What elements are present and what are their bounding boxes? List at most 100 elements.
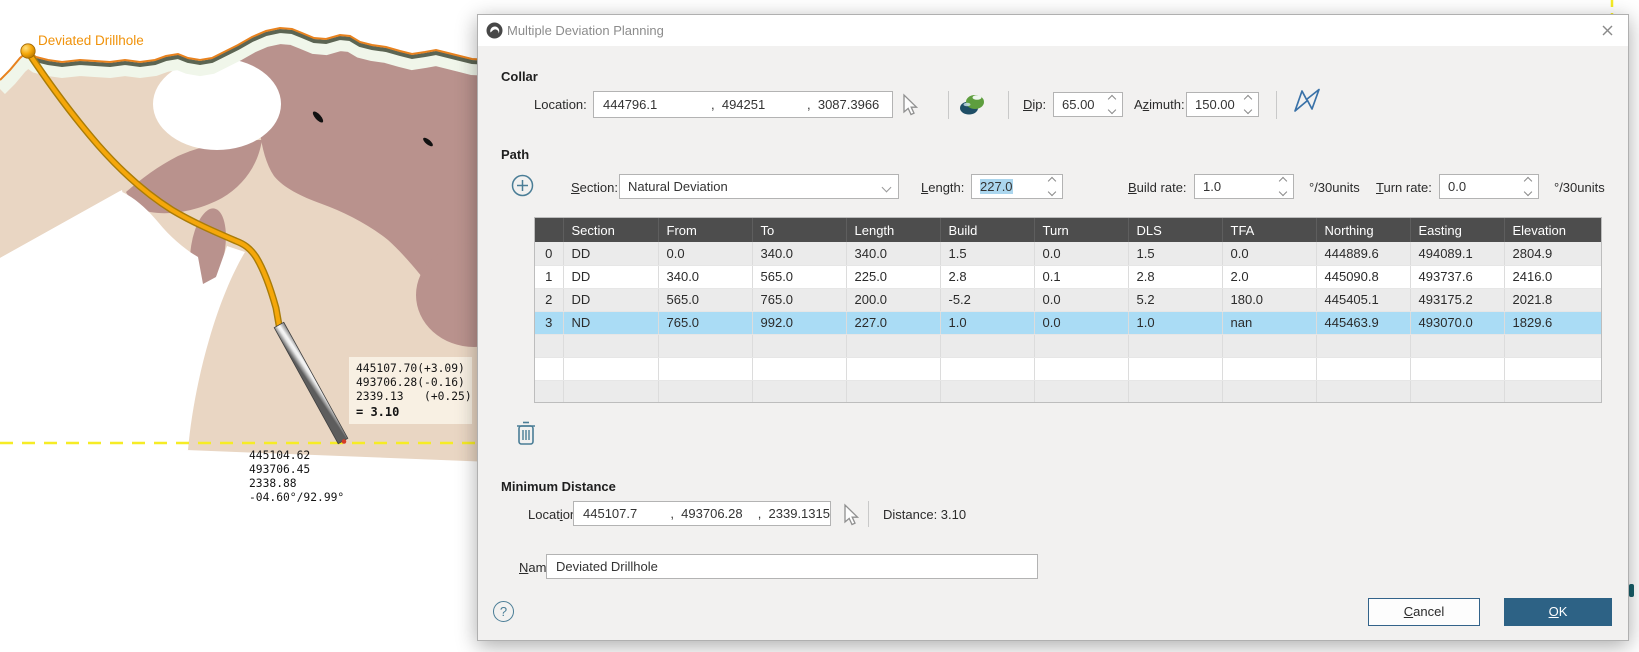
- table-cell[interactable]: DD: [563, 265, 658, 288]
- table-cell[interactable]: 0.1: [1034, 265, 1128, 288]
- orientation-tool-icon[interactable]: [1291, 88, 1323, 114]
- path-sections-table[interactable]: SectionFromToLengthBuildTurnDLSTFANorthi…: [534, 217, 1602, 403]
- table-cell[interactable]: 2021.8: [1504, 288, 1602, 311]
- table-cell[interactable]: [535, 380, 563, 403]
- table-row[interactable]: 2DD565.0765.0200.0-5.20.05.2180.0445405.…: [535, 288, 1602, 311]
- table-cell[interactable]: [940, 380, 1034, 403]
- table-cell[interactable]: 227.0: [846, 311, 940, 334]
- table-cell[interactable]: [846, 334, 940, 357]
- table-column-header[interactable]: Section: [563, 218, 658, 242]
- table-cell[interactable]: [1222, 380, 1316, 403]
- table-cell[interactable]: 1.0: [940, 311, 1034, 334]
- table-cell[interactable]: -5.2: [940, 288, 1034, 311]
- pick-min-distance-cursor-icon[interactable]: [839, 503, 863, 527]
- turn-rate-spinbox[interactable]: 0.0: [1439, 174, 1539, 199]
- azimuth-spin-arrows[interactable]: [1243, 93, 1255, 116]
- table-row[interactable]: 3ND765.0992.0227.01.00.01.0nan445463.949…: [535, 311, 1602, 334]
- table-cell[interactable]: 765.0: [752, 288, 846, 311]
- table-cell[interactable]: [1034, 380, 1128, 403]
- table-cell[interactable]: 2.0: [1222, 265, 1316, 288]
- table-cell[interactable]: [1410, 380, 1504, 403]
- dip-spin-arrows[interactable]: [1107, 93, 1119, 116]
- table-cell[interactable]: [752, 380, 846, 403]
- table-cell[interactable]: [1504, 357, 1602, 380]
- ok-button[interactable]: OK: [1504, 598, 1612, 626]
- table-cell[interactable]: [940, 357, 1034, 380]
- table-cell[interactable]: [535, 357, 563, 380]
- table-cell[interactable]: [1128, 380, 1222, 403]
- table-cell[interactable]: DD: [563, 288, 658, 311]
- table-cell[interactable]: 1829.6: [1504, 311, 1602, 334]
- table-column-header[interactable]: Easting: [1410, 218, 1504, 242]
- table-cell[interactable]: 565.0: [658, 288, 752, 311]
- pick-collar-location-cursor-icon[interactable]: [898, 93, 922, 117]
- table-cell[interactable]: [658, 380, 752, 403]
- table-cell[interactable]: [752, 334, 846, 357]
- table-cell[interactable]: 225.0: [846, 265, 940, 288]
- table-cell[interactable]: [563, 380, 658, 403]
- collar-location-input[interactable]: 444796.1 , 494251 , 3087.3966: [593, 91, 893, 118]
- table-cell[interactable]: [1034, 334, 1128, 357]
- table-cell[interactable]: 3: [535, 311, 563, 334]
- table-column-header[interactable]: Length: [846, 218, 940, 242]
- table-cell[interactable]: 493070.0: [1410, 311, 1504, 334]
- table-cell[interactable]: [846, 357, 940, 380]
- table-column-header[interactable]: Elevation: [1504, 218, 1602, 242]
- table-cell[interactable]: 1.5: [1128, 242, 1222, 265]
- table-cell[interactable]: 340.0: [752, 242, 846, 265]
- table-cell[interactable]: 1.0: [1128, 311, 1222, 334]
- cancel-button[interactable]: Cancel: [1368, 598, 1480, 626]
- table-cell[interactable]: 0: [535, 242, 563, 265]
- table-cell[interactable]: [1222, 334, 1316, 357]
- add-section-icon[interactable]: [511, 174, 534, 197]
- table-column-header[interactable]: Northing: [1316, 218, 1410, 242]
- table-cell[interactable]: 445090.8: [1316, 265, 1410, 288]
- dip-spinbox[interactable]: 65.00: [1053, 92, 1123, 117]
- table-cell[interactable]: [752, 357, 846, 380]
- table-cell[interactable]: ND: [563, 311, 658, 334]
- table-cell[interactable]: [1128, 334, 1222, 357]
- table-cell[interactable]: 5.2: [1128, 288, 1222, 311]
- name-input[interactable]: Deviated Drillhole: [546, 554, 1038, 579]
- table-cell[interactable]: [1316, 380, 1410, 403]
- table-cell[interactable]: [1504, 380, 1602, 403]
- table-cell[interactable]: 444889.6: [1316, 242, 1410, 265]
- table-cell[interactable]: 494089.1: [1410, 242, 1504, 265]
- table-cell[interactable]: 2.8: [1128, 265, 1222, 288]
- table-cell[interactable]: 493737.6: [1410, 265, 1504, 288]
- table-cell[interactable]: 2416.0: [1504, 265, 1602, 288]
- table-cell[interactable]: [563, 334, 658, 357]
- table-cell[interactable]: 200.0: [846, 288, 940, 311]
- table-cell[interactable]: 0.0: [1222, 242, 1316, 265]
- table-cell[interactable]: [1316, 357, 1410, 380]
- table-cell[interactable]: DD: [563, 242, 658, 265]
- table-cell[interactable]: [563, 357, 658, 380]
- table-cell[interactable]: [1128, 357, 1222, 380]
- table-cell[interactable]: 565.0: [752, 265, 846, 288]
- geology-blob-icon[interactable]: [959, 91, 987, 117]
- table-cell[interactable]: [940, 334, 1034, 357]
- table-cell[interactable]: [1316, 334, 1410, 357]
- table-row[interactable]: [535, 334, 1602, 357]
- table-column-header[interactable]: To: [752, 218, 846, 242]
- table-column-header[interactable]: [535, 218, 563, 242]
- close-icon[interactable]: [1599, 22, 1616, 39]
- table-row[interactable]: [535, 380, 1602, 403]
- table-cell[interactable]: 0.0: [1034, 288, 1128, 311]
- table-cell[interactable]: [658, 334, 752, 357]
- table-column-header[interactable]: Turn: [1034, 218, 1128, 242]
- table-cell[interactable]: nan: [1222, 311, 1316, 334]
- table-cell[interactable]: 340.0: [846, 242, 940, 265]
- table-row[interactable]: 0DD0.0340.0340.01.50.01.50.0444889.64940…: [535, 242, 1602, 265]
- table-cell[interactable]: 180.0: [1222, 288, 1316, 311]
- table-cell[interactable]: [658, 357, 752, 380]
- table-cell[interactable]: 493175.2: [1410, 288, 1504, 311]
- table-column-header[interactable]: From: [658, 218, 752, 242]
- table-cell[interactable]: [1410, 357, 1504, 380]
- table-cell[interactable]: 1.5: [940, 242, 1034, 265]
- length-spinbox[interactable]: 227.0: [971, 174, 1063, 199]
- build-rate-spin-arrows[interactable]: [1278, 175, 1290, 198]
- table-cell[interactable]: 2804.9: [1504, 242, 1602, 265]
- table-column-header[interactable]: TFA: [1222, 218, 1316, 242]
- build-rate-spinbox[interactable]: 1.0: [1194, 174, 1294, 199]
